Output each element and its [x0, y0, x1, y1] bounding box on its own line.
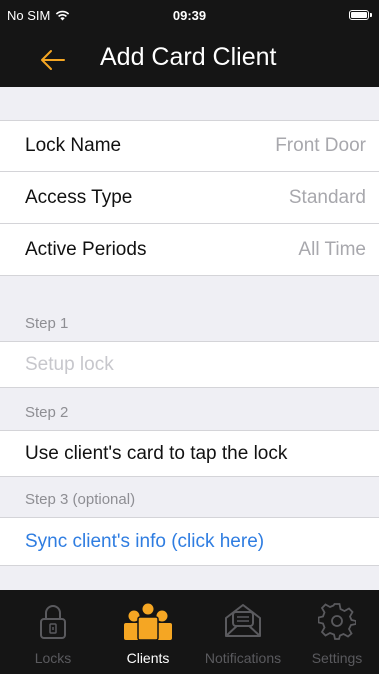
back-arrow-icon — [41, 50, 65, 70]
active-periods-value: All Time — [298, 238, 366, 260]
setup-lock-label: Setup lock — [25, 353, 114, 375]
clients-icon — [124, 603, 172, 640]
status-bar: No SIM 09:39 — [0, 0, 379, 32]
tab-notifications-label: Notifications — [204, 650, 282, 666]
lock-name-value: Front Door — [275, 135, 366, 156]
tap-card-label: Use client's card to tap the lock — [25, 442, 288, 464]
step-1-header: Step 1 — [0, 276, 379, 342]
tab-notifications[interactable]: Notifications — [196, 590, 290, 674]
access-type-value: Standard — [288, 186, 366, 208]
page-title: Add Card Client — [100, 43, 277, 71]
lock-icon — [40, 605, 66, 639]
tab-clients[interactable]: Clients — [101, 590, 195, 674]
settings-gear-icon — [318, 603, 356, 640]
bottom-spacer — [0, 566, 379, 590]
tab-locks[interactable]: Locks — [6, 590, 100, 674]
access-type-label: Access Type — [25, 186, 133, 208]
setup-lock-row: Setup lock — [0, 342, 379, 388]
back-button[interactable] — [38, 40, 68, 85]
tap-card-row: Use client's card to tap the lock — [0, 431, 379, 477]
active-periods-row[interactable]: Active Periods All Time — [0, 224, 379, 276]
tab-settings-label: Settings — [311, 650, 363, 666]
step-3-header: Step 3 (optional) — [0, 477, 379, 518]
navigation-bar: Add Card Client — [0, 32, 379, 87]
sync-info-row[interactable]: Sync client's info (click here) — [0, 518, 379, 566]
active-periods-label: Active Periods — [25, 238, 147, 260]
tab-bar: Locks Clients Notifications Settings — [0, 590, 379, 674]
lock-name-row[interactable]: Lock Name Front Door — [0, 121, 379, 172]
access-type-row[interactable]: Access Type Standard — [0, 172, 379, 224]
lock-name-label: Lock Name — [25, 135, 122, 156]
battery-icon — [349, 10, 369, 20]
tab-settings[interactable]: Settings — [290, 590, 379, 674]
section-spacer — [0, 87, 379, 121]
tab-locks-label: Locks — [34, 650, 72, 666]
tab-clients-label: Clients — [126, 650, 170, 666]
step-2-header: Step 2 — [0, 388, 379, 431]
status-time: 09:39 — [172, 8, 207, 23]
notifications-icon — [225, 604, 261, 637]
sync-info-link[interactable]: Sync client's info (click here) — [25, 531, 264, 553]
